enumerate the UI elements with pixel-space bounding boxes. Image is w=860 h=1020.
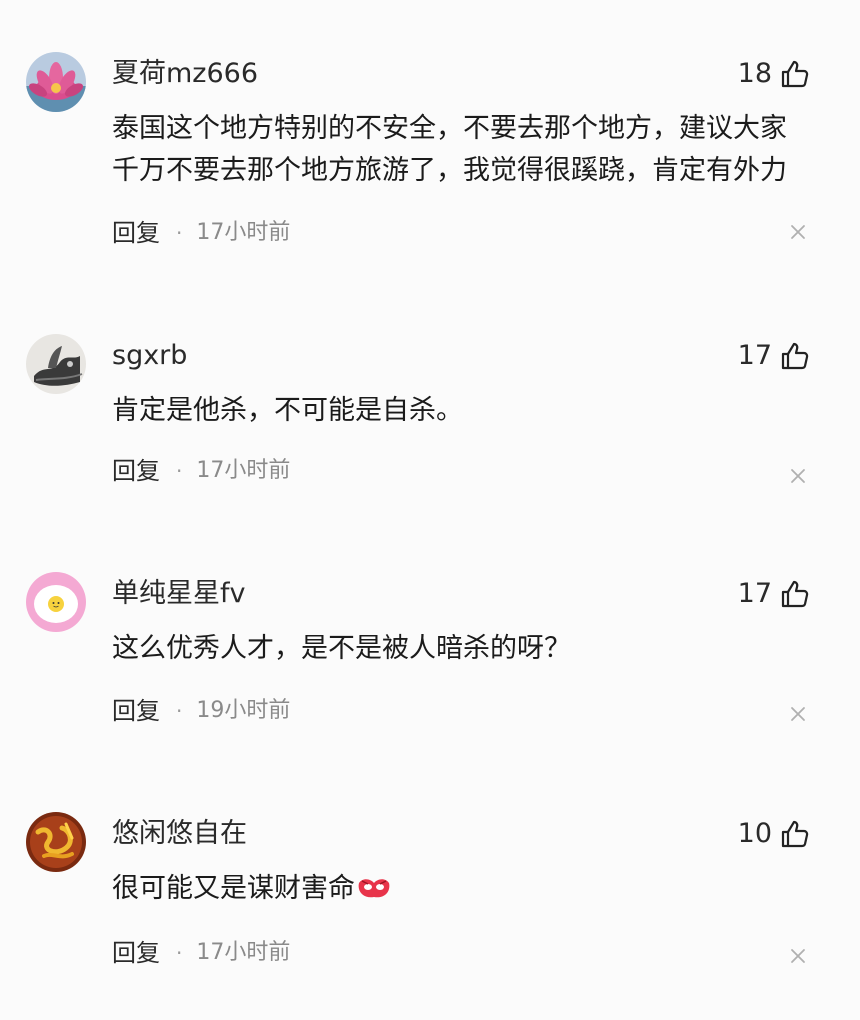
- avatar[interactable]: [26, 334, 86, 394]
- like-button[interactable]: 17: [738, 574, 810, 614]
- username[interactable]: 夏荷mz666: [112, 56, 258, 92]
- comment-meta: 回复 · 17小时前: [112, 452, 290, 490]
- reply-button[interactable]: 回复: [112, 214, 160, 252]
- comment-line: 千万不要去那个地方旅游了，我觉得很蹊跷，肯定有外力: [112, 155, 787, 186]
- close-icon[interactable]: [788, 466, 808, 486]
- thumbs-up-icon: [781, 60, 809, 88]
- like-button[interactable]: 18: [738, 54, 810, 94]
- thumbs-up-icon: [781, 820, 809, 848]
- separator: ·: [176, 699, 183, 723]
- avatar[interactable]: [26, 572, 86, 632]
- like-count: 10: [737, 818, 772, 849]
- close-icon[interactable]: [788, 704, 808, 724]
- comment-text: 肯定是他杀，不可能是自杀。: [112, 390, 832, 432]
- avatar[interactable]: [26, 52, 86, 112]
- avatar[interactable]: [26, 812, 86, 872]
- username[interactable]: sgxrb: [112, 338, 187, 374]
- egg-avatar-icon: [26, 572, 86, 632]
- timestamp: 17小时前: [196, 220, 291, 245]
- comment-item: 单纯星星fv 17 这么优秀人才，是不是被人暗杀的呀？ 回复 · 19小时前: [0, 520, 860, 758]
- reply-button[interactable]: 回复: [112, 452, 160, 490]
- reply-button[interactable]: 回复: [112, 934, 160, 972]
- close-icon[interactable]: [788, 946, 808, 966]
- lotus-avatar-icon: [26, 52, 86, 112]
- separator: ·: [176, 459, 183, 483]
- reply-button[interactable]: 回复: [112, 692, 160, 730]
- comment-item: 夏荷mz666 18 泰国这个地方特别的不安全，不要去那个地方，建议大家 千万不…: [0, 0, 860, 247]
- comment-text: 这么优秀人才，是不是被人暗杀的呀？: [112, 628, 832, 670]
- comment-item: sgxrb 17 肯定是他杀，不可能是自杀。 回复 · 17小时前: [0, 282, 860, 520]
- like-button[interactable]: 10: [738, 814, 810, 854]
- comment-line-text: 很可能又是谋财害命: [112, 873, 355, 904]
- comment-meta: 回复 · 19小时前: [112, 692, 290, 730]
- thumbs-up-icon: [781, 342, 809, 370]
- separator: ·: [176, 941, 183, 965]
- timestamp: 17小时前: [196, 940, 291, 965]
- close-icon[interactable]: [788, 222, 808, 242]
- comment-meta: 回复 · 17小时前: [112, 214, 290, 252]
- like-count: 18: [737, 58, 772, 89]
- comment-text: 泰国这个地方特别的不安全，不要去那个地方，建议大家 千万不要去那个地方旅游了，我…: [112, 108, 832, 192]
- comment-text: 很可能又是谋财害命: [112, 868, 832, 910]
- comment-line: 泰国这个地方特别的不安全，不要去那个地方，建议大家: [112, 113, 787, 144]
- comment-item: 悠闲悠自在 10 很可能又是谋财害命 回复 · 17小时前: [0, 760, 860, 998]
- golden-calligraphy-avatar-icon: [26, 812, 86, 872]
- like-count: 17: [737, 340, 772, 371]
- comment-line: 很可能又是谋财害命: [112, 868, 832, 910]
- thumbs-up-icon: [781, 580, 809, 608]
- username[interactable]: 单纯星星fv: [112, 576, 245, 612]
- red-mask-emoji-icon: [358, 879, 390, 898]
- timestamp: 17小时前: [196, 458, 291, 483]
- ink-painting-avatar-icon: [26, 334, 86, 394]
- like-count: 17: [737, 578, 772, 609]
- timestamp: 19小时前: [196, 698, 291, 723]
- username[interactable]: 悠闲悠自在: [112, 816, 247, 852]
- separator: ·: [176, 221, 183, 245]
- comment-meta: 回复 · 17小时前: [112, 934, 290, 972]
- like-button[interactable]: 17: [738, 336, 810, 376]
- comment-line: 肯定是他杀，不可能是自杀。: [112, 395, 463, 426]
- comment-line: 这么优秀人才，是不是被人暗杀的呀？: [112, 633, 571, 664]
